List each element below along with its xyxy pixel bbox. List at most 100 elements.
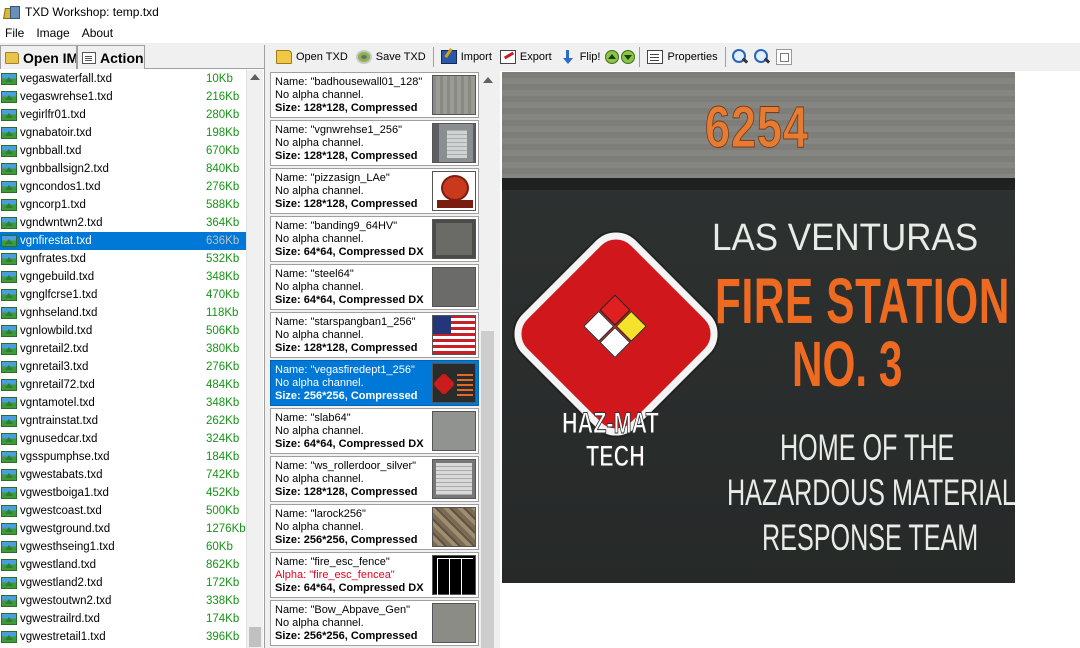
file-name: vgntrainstat.txd [20,415,98,427]
texture-list-item[interactable]: Name: "Bow_Abpave_Gen" No alpha channel. S… [270,600,479,646]
texture-list-item[interactable]: Name: "banding9_64HV" No alpha channel. Si… [270,216,479,262]
file-list-item[interactable]: vgnusedcar.txd 324Kb [0,430,246,448]
file-list-item[interactable]: vgncorp1.txd 588Kb [0,196,246,214]
file-list-item[interactable]: vgnretail2.txd 380Kb [0,340,246,358]
texture-list-item[interactable]: Name: "badhousewall01_128" No alpha chann… [270,72,479,118]
file-name: vegirlfr01.txd [20,109,86,121]
file-list-item[interactable]: vgnlowbild.txd 506Kb [0,322,246,340]
file-list-item[interactable]: vgwestcoast.txd 500Kb [0,502,246,520]
arrow-down-icon [560,50,576,64]
texture-name: Name: "steel64" [275,268,354,280]
txd-file-icon [1,325,17,337]
txd-file-icon [1,397,17,409]
file-list-item[interactable]: vgnglfcrse1.txd 470Kb [0,286,246,304]
texture-info: Name: "pizzasign_LAe" No alpha channel. Si… [275,172,417,211]
save-txd-button[interactable]: Save TXD [352,46,430,68]
file-list-item[interactable]: vgwestland.txd 862Kb [0,556,246,574]
toolbar-separator [432,47,434,67]
menu-file[interactable]: File [0,26,30,40]
import-button[interactable]: Import [437,46,496,68]
file-list-item[interactable]: vgntrainstat.txd 262Kb [0,412,246,430]
texture-list-item[interactable]: Name: "steel64" No alpha channel. Size: 64… [270,264,479,310]
menu-image[interactable]: Image [30,26,75,40]
sign-board-edge [502,178,1015,190]
flip-button[interactable]: Flip! [556,46,605,68]
texture-list-scrollbar[interactable] [479,71,497,648]
texture-size: Size: 128*128, Compressed [275,486,418,498]
texture-list-item[interactable]: Name: "ws_rollerdoor_silver" No alpha cha… [270,456,479,502]
zoom-in-icon[interactable] [731,49,748,65]
file-list-item[interactable]: vgnfrates.txd 532Kb [0,250,246,268]
file-list-item[interactable]: vgwesthseing1.txd 60Kb [0,538,246,556]
texture-list-item[interactable]: Name: "slab64" No alpha channel. Size: 64*… [270,408,479,454]
file-list-scrollbar[interactable] [246,70,263,648]
file-list-item[interactable]: vegirlfr01.txd 280Kb [0,106,246,124]
file-list-item[interactable]: vgnfirestat.txd 636Kb [0,232,246,250]
texture-size: Size: 256*256, Compressed [275,390,418,402]
file-list-item[interactable]: vegaswaterfall.txd 10Kb [0,70,246,88]
file-name: vgndwntwn2.txd [20,217,103,229]
file-list-item[interactable]: vgnhseland.txd 118Kb [0,304,246,322]
texture-list-item[interactable]: Name: "vgnwrehse1_256" No alpha channel. S… [270,120,479,166]
texture-list-item[interactable]: Name: "vegasfiredept1_256" No alpha chann… [270,360,479,406]
file-name: vgwestoutwn2.txd [20,595,112,607]
file-list-item[interactable]: vgsspumphse.txd 184Kb [0,448,246,466]
file-list-item[interactable]: vgwestland2.txd 172Kb [0,574,246,592]
scroll-up-icon[interactable] [250,74,260,80]
texture-size: Size: 64*64, Compressed DX [275,438,424,450]
left-tabs: Open IMG Action [0,45,264,69]
file-list-item[interactable]: vgnretail72.txd 484Kb [0,376,246,394]
file-list: vegaswaterfall.txd 10Kb vegaswrehse1.txd 21… [0,70,246,648]
file-list-item[interactable]: vgndwntwn2.txd 364Kb [0,214,246,232]
texture-size: Size: 256*256, Compressed [275,534,418,546]
texture-list: Name: "badhousewall01_128" No alpha chann… [268,71,479,648]
menu-about[interactable]: About [76,26,119,40]
texture-list-item[interactable]: Name: "larock256" No alpha channel. Size: … [270,504,479,550]
texture-size: Size: 128*128, Compressed [275,150,418,162]
file-list-item[interactable]: vgnabatoir.txd 198Kb [0,124,246,142]
file-list-item[interactable]: vgnbballsign2.txd 840Kb [0,160,246,178]
file-list-item[interactable]: vgwestground.txd 1276Kb [0,520,246,538]
file-list-item[interactable]: vgnretail3.txd 276Kb [0,358,246,376]
zoom-out-icon[interactable] [753,49,770,65]
move-up-icon[interactable] [605,50,620,64]
scroll-up-icon[interactable] [483,77,493,83]
file-size: 348Kb [206,397,240,409]
file-list-item[interactable]: vgwestboiga1.txd 452Kb [0,484,246,502]
move-down-icon[interactable] [621,50,636,64]
file-size: 452Kb [206,487,240,499]
file-list-item[interactable]: vegaswrehse1.txd 216Kb [0,88,246,106]
texture-thumbnail [432,219,476,259]
scroll-thumb[interactable] [249,627,261,647]
tab-action[interactable]: Action [77,45,145,69]
file-list-item[interactable]: vgwestoutwn2.txd 338Kb [0,592,246,610]
file-size: 184Kb [206,451,240,463]
file-list-item[interactable]: vgwestretail1.txd 396Kb [0,628,246,646]
open-txd-button[interactable]: Open TXD [272,46,352,68]
file-list-item[interactable]: vgwestrailrd.txd 174Kb [0,610,246,628]
file-list-item[interactable]: vgwestabats.txd 742Kb [0,466,246,484]
file-list-item[interactable]: vgncondos1.txd 276Kb [0,178,246,196]
flip-label: Flip! [579,51,601,63]
file-name: vgnbballsign2.txd [20,163,109,175]
file-list-item[interactable]: vgntamotel.txd 348Kb [0,394,246,412]
txd-file-icon [1,469,17,481]
file-list-item[interactable]: vgnbball.txd 670Kb [0,142,246,160]
file-name: vgwestabats.txd [20,469,103,481]
scroll-thumb[interactable] [481,331,494,648]
fit-size-icon[interactable] [775,49,792,65]
file-size: 324Kb [206,433,240,445]
tab-open-img[interactable]: Open IMG [0,45,77,69]
texture-alpha: No alpha channel. [275,425,364,437]
texture-thumbnail [432,411,476,451]
file-list-item[interactable]: vgngebuild.txd 348Kb [0,268,246,286]
properties-button[interactable]: Properties [643,46,721,68]
export-button[interactable]: Export [496,46,556,68]
texture-list-item[interactable]: Name: "pizzasign_LAe" No alpha channel. Si… [270,168,479,214]
file-size: 862Kb [206,559,240,571]
file-size: 532Kb [206,253,240,265]
file-name: vgwestland.txd [20,559,97,571]
texture-list-item[interactable]: Name: "fire_esc_fence" Alpha: "fire_esc_f… [270,552,479,598]
texture-list-item[interactable]: Name: "starspangban1_256" No alpha channe… [270,312,479,358]
texture-info: Name: "larock256" No alpha channel. Size: … [275,508,417,547]
